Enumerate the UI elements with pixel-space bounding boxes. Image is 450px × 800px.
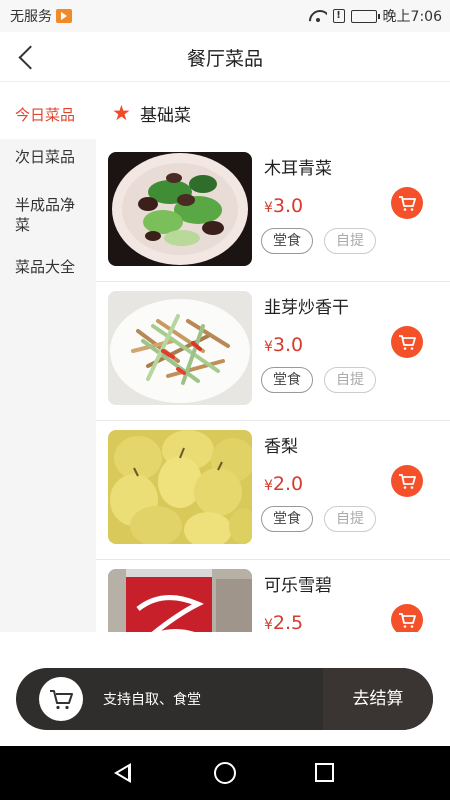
star-icon: ★ xyxy=(112,101,131,125)
dish-card[interactable]: 可乐雪碧 ¥2.5 堂食 自提 xyxy=(96,560,450,632)
add-to-cart-button[interactable] xyxy=(391,604,423,632)
dish-price: ¥2.5 xyxy=(264,612,303,632)
dish-name: 韭芽炒香干 xyxy=(264,298,349,318)
dine-in-tag: 堂食 xyxy=(261,506,313,532)
nav-recent-apps-icon[interactable] xyxy=(315,763,334,782)
dish-photo-greens xyxy=(108,152,252,266)
currency-symbol: ¥ xyxy=(264,478,273,494)
currency-symbol: ¥ xyxy=(264,339,273,355)
wifi-icon xyxy=(309,10,327,22)
clock-time: 晚上7:06 xyxy=(382,9,442,25)
dish-photo-soda xyxy=(108,569,252,632)
bottom-cart-area: 支持自取、食堂 去结算 xyxy=(0,632,450,746)
price-amount: 2.5 xyxy=(272,612,304,632)
dish-price: ¥3.0 xyxy=(264,334,303,356)
dish-photo-pears xyxy=(108,430,252,544)
section-header: ★ 基础菜 xyxy=(96,83,450,143)
category-sidebar: 今日菜品 次日菜品 半成品净菜 菜品大全 xyxy=(0,83,96,632)
dish-name: 可乐雪碧 xyxy=(264,576,332,596)
status-bar: 无服务 ! 晚上7:06 xyxy=(0,0,450,32)
cart-icon xyxy=(399,335,416,350)
shopping-cart-icon[interactable] xyxy=(39,677,83,721)
carrier-text: 无服务 xyxy=(10,9,52,25)
dish-price: ¥2.0 xyxy=(264,473,303,495)
dish-photo-tofu-chives xyxy=(108,291,252,405)
dine-in-tag: 堂食 xyxy=(261,367,313,393)
price-amount: 3.0 xyxy=(272,195,304,217)
currency-symbol: ¥ xyxy=(264,200,273,216)
add-to-cart-button[interactable] xyxy=(391,187,423,219)
nav-home-icon[interactable] xyxy=(214,762,236,784)
dish-price: ¥3.0 xyxy=(264,195,303,217)
dish-name: 木耳青菜 xyxy=(264,159,332,179)
dish-card[interactable]: 韭芽炒香干 ¥3.0 堂食 自提 xyxy=(96,282,450,421)
pickup-tag: 自提 xyxy=(324,506,376,532)
alert-icon: ! xyxy=(332,9,345,23)
sidebar-item-today[interactable]: 今日菜品 xyxy=(0,83,96,139)
sidebar-item-semi-prepared[interactable]: 半成品净菜 xyxy=(0,183,96,247)
add-to-cart-button[interactable] xyxy=(391,326,423,358)
dine-in-tag: 堂食 xyxy=(261,228,313,254)
cart-icon xyxy=(399,613,416,628)
sidebar-item-tomorrow[interactable]: 次日菜品 xyxy=(0,139,96,183)
price-amount: 3.0 xyxy=(272,334,304,356)
dish-list-panel[interactable]: ★ 基础菜 木耳青菜 ¥3.0 堂食 自提 韭芽炒香干 ¥3.0 堂食 自提 香… xyxy=(96,83,450,632)
cart-icon xyxy=(399,474,416,489)
checkout-button[interactable]: 去结算 xyxy=(323,668,433,730)
pickup-tag: 自提 xyxy=(324,367,376,393)
dish-name: 香梨 xyxy=(264,437,298,457)
price-amount: 2.0 xyxy=(272,473,304,495)
system-navigation-bar xyxy=(0,746,450,800)
cart-bar[interactable]: 支持自取、食堂 去结算 xyxy=(16,668,433,730)
dish-card[interactable]: 木耳青菜 ¥3.0 堂食 自提 xyxy=(96,143,450,282)
add-to-cart-button[interactable] xyxy=(391,465,423,497)
title-bar: 餐厅菜品 xyxy=(0,32,450,82)
nav-back-icon[interactable] xyxy=(114,763,131,783)
section-title: 基础菜 xyxy=(140,105,191,126)
battery-icon xyxy=(350,9,380,23)
dish-card[interactable]: 香梨 ¥2.0 堂食 自提 xyxy=(96,421,450,560)
cart-hint-text: 支持自取、食堂 xyxy=(103,692,201,708)
currency-symbol: ¥ xyxy=(264,617,273,632)
cart-icon xyxy=(399,196,416,211)
page-title: 餐厅菜品 xyxy=(186,48,263,70)
pickup-tag: 自提 xyxy=(324,228,376,254)
carrier-badge-icon xyxy=(56,9,72,23)
sidebar-item-all-dishes[interactable]: 菜品大全 xyxy=(0,247,96,287)
